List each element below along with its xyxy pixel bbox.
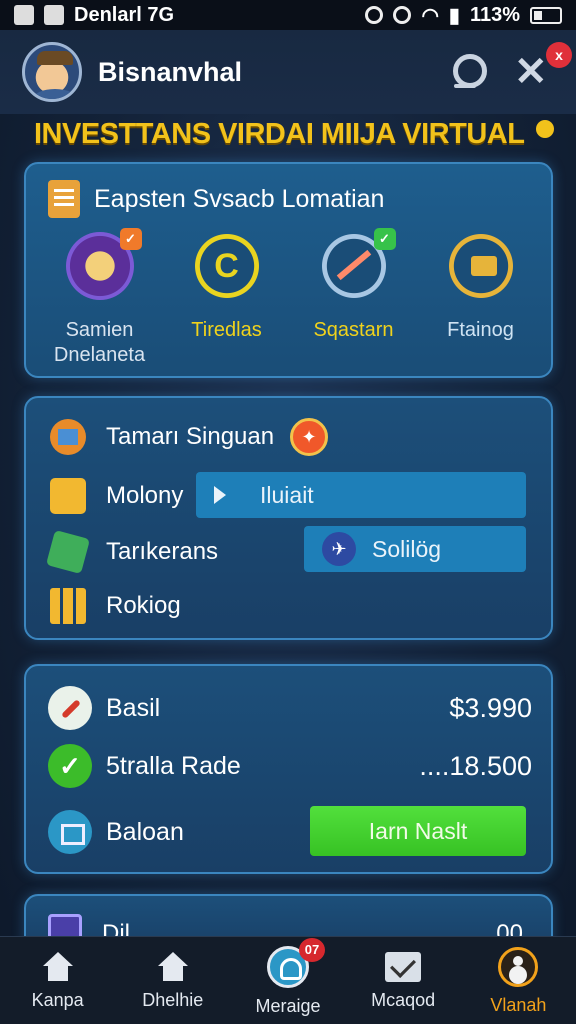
gallery-icon [14,5,34,25]
shield-icon[interactable] [290,418,329,456]
feature-item-samien[interactable]: ✓ Samien Dnelaneta [36,228,163,368]
home-icon [156,951,190,982]
feature-item-sqastarn[interactable]: ✓ Sqastarn [290,228,417,368]
play-icon [214,486,226,504]
features-card-title: Eapsten Svsacb Lomatian [94,184,385,213]
gold-bars-icon [446,232,515,300]
bottom-tab-bar: Kanpa Dhelhie 07 Meraige Mcaqod Vlanah [0,936,576,1024]
flight-button-label: Solilög [372,535,442,562]
tab-mcaqod[interactable]: Mcaqod [346,937,461,1024]
feature-label: Ftainog [447,319,514,341]
tab-label: Vlanah [490,994,547,1015]
feature-label: Sqastarn [313,319,394,341]
alarm-icon [365,6,384,24]
close-button[interactable]: ✕ x [514,42,572,94]
signal-icon: ▮ [448,4,460,27]
tab-label: Mcaqod [371,989,436,1010]
list-icon [50,419,86,455]
close-badge: x [546,42,572,68]
tab-kanpa[interactable]: Kanpa [0,937,115,1024]
messages-badge: 07 [298,937,325,962]
profile-icon [498,946,539,987]
earn-button[interactable]: Iarn Naslt [310,806,526,856]
balance-amount: ....18.500 [419,750,532,781]
options-card-title: Tamarı Singuan [106,423,275,450]
feature-label: Tiredlas [191,319,262,341]
option-row-tarikerans[interactable]: Tarıkerans [45,529,219,575]
document-icon [48,180,80,218]
plane-icon [322,532,356,566]
option-label: Molony [106,482,184,509]
banner-title: INVESTTANS VIRDAI MIIJA VIRTUAL [34,118,525,150]
battery-percent: 113% [469,3,520,26]
username: Bisnanvhal [98,56,243,87]
location-pin-icon[interactable] [450,54,487,90]
options-card: Tamarı Singuan Molony Tarıkerans Rokiog … [24,396,553,640]
globe-icon: ✓ [65,228,142,300]
info-icon[interactable] [536,120,554,138]
balance-card: Basil $3.990 5tralla Rade ....18.500 Bal… [24,664,553,874]
option-row-rokiog[interactable]: Rokiog [50,588,181,624]
avatar[interactable] [22,42,82,102]
tab-vlanah[interactable]: Vlanah [461,937,576,1024]
flight-button[interactable]: Solilög [304,526,526,572]
feature-badge: ✓ [373,228,396,250]
play-button[interactable]: Iluiait [196,472,526,518]
app-icon [44,5,64,25]
app-header: Bisnanvhal ✕ x [0,30,576,114]
grid-icon [50,588,86,624]
balance-label: Baloan [106,817,184,846]
balance-label: Basil [106,693,161,722]
option-label: Tarıkerans [106,538,219,565]
tab-label: Kanpa [31,989,84,1010]
tab-label: Dhelhie [142,989,204,1010]
feature-label: Samien Dnelaneta [53,319,146,366]
status-app-name: Denlarl 7G [74,3,175,26]
mail-icon [385,951,422,982]
sync-icon [393,6,412,24]
close-icon: ✕ [514,50,548,94]
status-bar: Denlarl 7G ◠ ▮ 113% [0,0,576,30]
wifi-icon: ◠ [421,4,439,27]
feature-badge: ✓ [119,228,142,250]
features-card: Eapsten Svsacb Lomatian ✓ Samien Dnelane… [24,162,553,378]
balance-label: 5tralla Rade [106,751,241,780]
tab-label: Meraige [255,995,321,1016]
home-icon [41,951,75,982]
cube-icon [45,529,91,575]
feature-item-tiredlas[interactable]: Tiredlas [163,232,290,368]
play-button-label: Iluiait [260,481,314,508]
box-icon [48,810,92,854]
battery-icon [530,6,562,24]
chart-up-icon: ✓ [319,228,396,300]
rocket-icon [48,686,92,730]
balance-row-stralla: 5tralla Rade ....18.500 [48,744,532,788]
coin-icon [192,232,261,300]
option-row-molony[interactable]: Molony [50,478,183,514]
option-label: Rokiog [106,592,181,619]
check-icon [48,744,92,788]
balance-amount: $3.990 [449,692,532,723]
folder-icon [50,478,86,514]
feature-item-ftainog[interactable]: Ftainog [417,232,544,368]
tab-dhelhie[interactable]: Dhelhie [115,937,230,1024]
balance-row-basil: Basil $3.990 [48,686,532,730]
tab-meraige[interactable]: 07 Meraige [230,937,345,1024]
